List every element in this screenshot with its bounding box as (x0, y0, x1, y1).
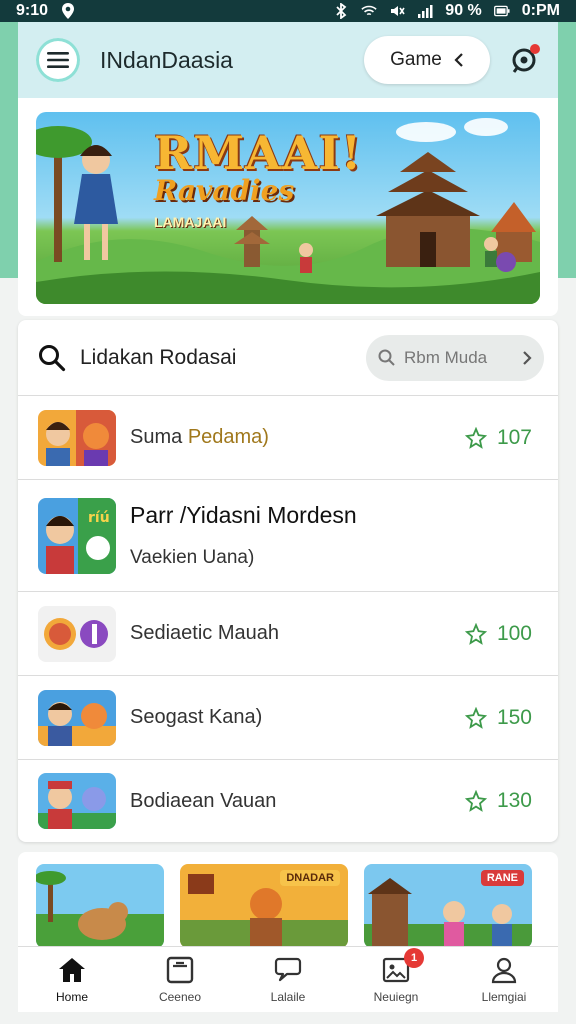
featured-tile[interactable]: DNADAR (180, 864, 348, 948)
menu-button[interactable] (36, 38, 80, 82)
nav-label: Neuiegn (373, 989, 419, 1004)
game-thumbnail (38, 605, 116, 662)
nav-neuiegn[interactable]: 1 Neuiegn (346, 947, 446, 1004)
banner-card: RMAAI! Ravadies LAMAJAAI (18, 98, 558, 316)
banner-subtitle: Ravadies (154, 174, 295, 207)
featured-banner[interactable]: RMAAI! Ravadies LAMAJAAI (36, 112, 540, 304)
featured-tile[interactable]: RANE (364, 864, 532, 948)
search-pill-icon (378, 349, 395, 366)
game-name-main: Suma (130, 426, 188, 448)
game-name: Seogast Kana) (130, 706, 263, 728)
nav-ceeneo[interactable]: Ceeneo (130, 956, 230, 1004)
mute-icon (389, 3, 405, 19)
tile-badge: RANE (480, 870, 524, 886)
game-list-item[interactable]: Seogast Kana) 150 (18, 676, 558, 760)
chevron-right-icon (523, 350, 532, 365)
nav-label: Llemgiai (481, 989, 527, 1004)
star-icon (464, 706, 487, 729)
game-list-item[interactable]: Sediaetic Mauah 100 (18, 592, 558, 676)
search-pill-label: Rbm Muda (404, 347, 488, 367)
menu-icon (47, 52, 69, 68)
svg-text:ríú: ríú (88, 510, 110, 526)
game-title: Parr /Yidasni Mordesn (130, 502, 357, 528)
chat-icon (274, 957, 302, 981)
featured-tile[interactable] (36, 864, 164, 948)
search-row[interactable]: Lidakan Rodasai Rbm Muda (18, 320, 558, 396)
featured-strip: DNADAR RANE (18, 852, 558, 948)
game-titles: Parr /Yidasni Mordesn Vaekien Uana) (130, 502, 357, 569)
status-time: 9:10 (16, 2, 49, 19)
search-text: Lidakan Rodasai (80, 345, 237, 369)
game-name: Bodiaean Vauan (130, 789, 277, 812)
game-name-accent: Pedama) (187, 426, 269, 448)
bluetooth-icon (333, 3, 349, 19)
game-subtitle: Vaekien Uana) (130, 547, 255, 568)
game-score: 100 (464, 621, 532, 646)
game-score-value: 150 (496, 705, 532, 729)
profile-icon (491, 957, 517, 983)
home-icon (59, 957, 85, 982)
game-thumbnail (38, 409, 116, 466)
battery-icon (493, 3, 510, 19)
nav-home[interactable]: Home (22, 956, 122, 1004)
battery-text: 90 % (445, 2, 482, 19)
game-name: Sediaetic Mauah (130, 622, 279, 644)
notification-dot (530, 44, 540, 54)
game-score: 150 (464, 705, 532, 730)
nav-lalaile[interactable]: Lalaile (238, 956, 338, 1004)
nav-label: Ceeneo (158, 989, 202, 1004)
nav-label: Home (55, 989, 88, 1004)
game-score: 130 (464, 789, 532, 813)
location-icon (60, 3, 76, 19)
star-icon (464, 426, 487, 449)
game-score-value: 107 (496, 425, 532, 449)
game-list-card: Lidakan Rodasai Rbm Muda Suma Pedama) 10… (18, 320, 558, 842)
search-icon (39, 344, 66, 371)
search-filter-pill[interactable]: Rbm Muda (366, 334, 544, 381)
game-score-value: 130 (496, 789, 532, 812)
game-list-item[interactable]: Bodiaean Vauan 130 (18, 760, 558, 842)
banner-title: RMAAI! (154, 126, 363, 180)
game-thumbnail (38, 689, 116, 746)
game-list-item[interactable]: Suma Pedama) 107 (18, 396, 558, 480)
bottom-navigation: Home Ceeneo Lalaile 1 Neuiegn Llemgiai (18, 946, 558, 1012)
nav-notification-badge: 1 (404, 947, 424, 968)
star-icon (464, 622, 487, 645)
game-thumbnail: ríú (38, 497, 116, 574)
signal-icon (417, 3, 433, 19)
status-bar: 9:10 90 % 0:PM (0, 0, 576, 22)
game-name: Suma Pedama) (130, 426, 269, 449)
game-score-value: 100 (496, 621, 532, 645)
banner-small-text: LAMAJAAI (154, 214, 227, 230)
game-thumbnail (38, 773, 116, 829)
nav-label: Lalaile (270, 989, 306, 1004)
status-clock-right: 0:PM (521, 2, 560, 19)
game-button[interactable]: Game (364, 36, 490, 84)
system-bottom-bar (0, 1012, 576, 1024)
nav-profile[interactable]: Llemgiai (454, 956, 554, 1004)
tile-label: DNADAR (280, 870, 340, 886)
game-button-label: Game (390, 49, 442, 70)
tile-illustration (36, 864, 164, 948)
notification-button[interactable] (508, 44, 540, 76)
back-chevron-icon (454, 53, 463, 67)
game-list-item-featured[interactable]: ríú Parr /Yidasni Mordesn Vaekien Uana) (18, 480, 558, 592)
star-icon (464, 790, 487, 812)
app-title: INdanDaasia (100, 46, 233, 73)
app-bar: INdanDaasia Game (18, 22, 558, 98)
game-score: 107 (464, 425, 532, 450)
wifi-icon (361, 3, 377, 19)
tablet-icon (166, 956, 194, 983)
